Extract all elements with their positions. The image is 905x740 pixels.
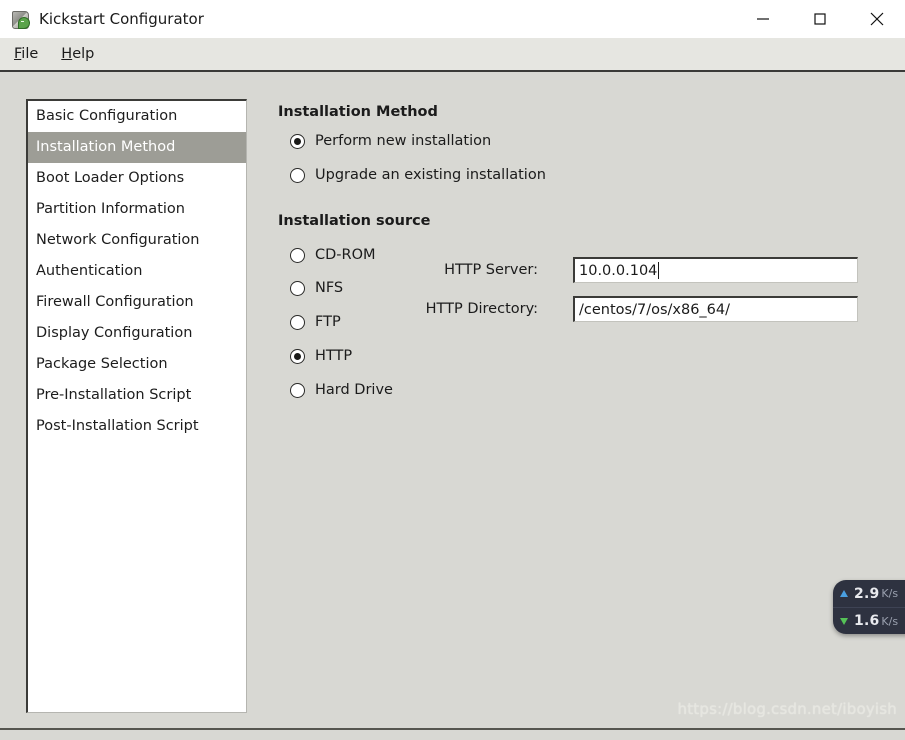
maximize-button[interactable] [791,0,848,38]
radio-label: CD-ROM [315,247,376,263]
radio-perform-new-installation[interactable]: Perform new installation [290,133,491,149]
http-server-value: 10.0.0.104 [579,263,657,279]
close-button[interactable] [848,0,905,38]
settings-pane: Installation Method Perform new installa… [278,99,878,713]
sidebar-item-basic-configuration[interactable]: Basic Configuration [28,101,246,132]
sidebar-item-installation-method[interactable]: Installation Method [28,132,246,163]
window-controls [734,0,905,38]
radio-indicator [290,383,305,398]
sidebar-item-partition-information[interactable]: Partition Information [28,194,246,225]
radio-label: HTTP [315,348,352,364]
radio-label: Perform new installation [315,133,491,149]
installation-source-heading: Installation source [278,213,431,229]
arrow-up-icon [840,590,848,597]
sidebar-item-boot-loader-options[interactable]: Boot Loader Options [28,163,246,194]
radio-upgrade-existing-installation[interactable]: Upgrade an existing installation [290,167,546,183]
title-bar: Kickstart Configurator [0,0,905,38]
menu-help-rest: elp [72,46,94,62]
title-bar-left: Kickstart Configurator [0,10,734,29]
client-area: Basic Configuration Installation Method … [0,74,905,730]
watermark-text: https://blog.csdn.net/iboyish [678,700,897,718]
network-speed-widget[interactable]: 2.9 K/s 1.6 K/s [833,580,905,634]
arrow-down-icon [840,618,848,625]
download-speed-unit: K/s [881,615,898,628]
radio-source-http[interactable]: HTTP [290,348,352,364]
menu-file-rest: ile [21,46,38,62]
download-speed-row: 1.6 K/s [833,607,905,634]
radio-label: NFS [315,280,343,296]
http-server-input[interactable]: 10.0.0.104 [573,257,858,283]
download-speed-value: 1.6 [854,613,879,629]
upload-speed-unit: K/s [881,587,898,600]
close-icon [868,10,886,28]
http-directory-value: /centos/7/os/x86_64/ [579,302,730,318]
menu-bar: File Help [0,38,905,72]
radio-source-nfs[interactable]: NFS [290,280,343,296]
radio-source-hard-drive[interactable]: Hard Drive [290,382,393,398]
http-directory-input[interactable]: /centos/7/os/x86_64/ [573,296,858,322]
menu-file[interactable]: File [13,44,39,64]
sidebar-item-package-selection[interactable]: Package Selection [28,349,246,380]
menu-help-mnemonic: H [61,46,72,62]
radio-indicator [290,281,305,296]
minimize-icon [755,11,771,27]
sidebar-item-pre-installation-script[interactable]: Pre-Installation Script [28,380,246,411]
http-directory-label: HTTP Directory: [333,301,538,317]
section-list[interactable]: Basic Configuration Installation Method … [26,99,247,713]
radio-indicator [290,168,305,183]
application-window: Kickstart Configurator File [0,0,905,740]
sidebar-item-display-configuration[interactable]: Display Configuration [28,318,246,349]
sidebar-item-authentication[interactable]: Authentication [28,256,246,287]
sidebar-item-post-installation-script[interactable]: Post-Installation Script [28,411,246,442]
maximize-icon [812,11,828,27]
sidebar-item-firewall-configuration[interactable]: Firewall Configuration [28,287,246,318]
radio-label: Hard Drive [315,382,393,398]
radio-indicator [290,315,305,330]
kickstart-icon [11,10,30,29]
radio-source-cdrom[interactable]: CD-ROM [290,247,376,263]
sidebar-item-network-configuration[interactable]: Network Configuration [28,225,246,256]
menu-help[interactable]: Help [60,44,95,64]
http-server-label: HTTP Server: [333,262,538,278]
radio-indicator [290,349,305,364]
radio-indicator [290,134,305,149]
radio-indicator [290,248,305,263]
text-caret [658,262,659,279]
window-title: Kickstart Configurator [39,10,204,28]
installation-method-heading: Installation Method [278,104,438,120]
radio-label: Upgrade an existing installation [315,167,546,183]
upload-speed-row: 2.9 K/s [833,580,905,607]
upload-speed-value: 2.9 [854,586,879,602]
minimize-button[interactable] [734,0,791,38]
